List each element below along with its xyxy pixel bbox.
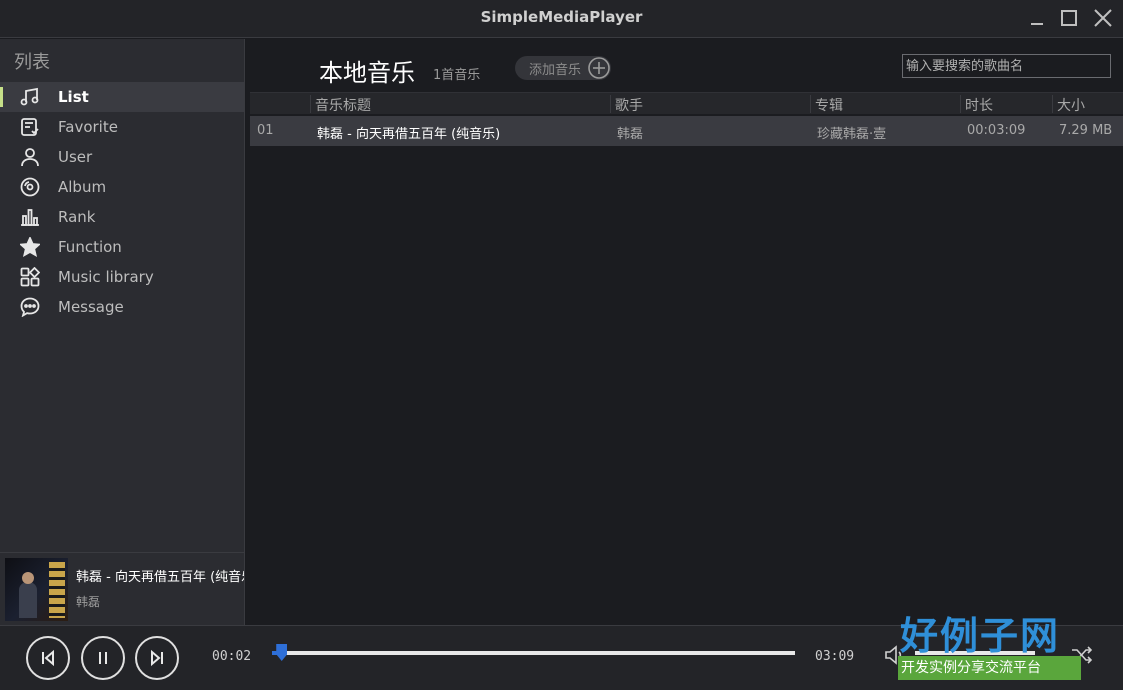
pause-button[interactable]: [81, 636, 125, 680]
next-icon: [151, 649, 163, 667]
sidebar-item-label: Message: [58, 298, 124, 316]
window-title: SimpleMediaPlayer: [480, 8, 643, 26]
pause-icon: [99, 652, 107, 664]
user-icon: [19, 146, 41, 168]
column-album[interactable]: 专辑: [810, 95, 843, 114]
row-album: 珍藏韩磊·壹: [817, 127, 887, 142]
row-size: 7.29 MB: [1059, 123, 1113, 138]
column-title[interactable]: 音乐标题: [310, 95, 371, 114]
add-music-label: 添加音乐: [529, 62, 582, 78]
star-icon: [19, 236, 41, 258]
album-cover: [5, 558, 68, 621]
sidebar-item-label: Rank: [58, 208, 96, 226]
previous-icon: [42, 649, 54, 667]
row-index: 01: [257, 123, 274, 138]
sidebar-item-favorite[interactable]: Favorite: [0, 112, 244, 142]
sidebar-item-label: Function: [58, 238, 122, 256]
total-time: 03:09: [815, 649, 855, 664]
close-button[interactable]: [1092, 7, 1114, 29]
sidebar-item-rank[interactable]: Rank: [0, 202, 244, 232]
previous-button[interactable]: [26, 636, 70, 680]
plus-circle-icon: [587, 56, 611, 80]
sidebar-item-label: List: [58, 88, 89, 106]
now-playing-panel[interactable]: 韩磊 - 向天再借五百年 (纯音乐) 韩磊: [0, 552, 244, 625]
heart-icon: [19, 116, 41, 138]
elapsed-time: 00:02: [212, 649, 252, 664]
title-bar: SimpleMediaPlayer: [0, 0, 1123, 38]
row-duration: 00:03:09: [967, 123, 1026, 138]
bar-chart-icon: [19, 206, 41, 228]
song-count: 1首音乐: [433, 68, 481, 83]
table-header: 音乐标题 歌手 专辑 时长 大小: [250, 92, 1123, 114]
sidebar-item-music-library[interactable]: Music library: [0, 262, 244, 292]
disc-icon: [19, 176, 41, 198]
sidebar-item-message[interactable]: Message: [0, 292, 244, 322]
minimize-icon: [1031, 23, 1043, 25]
progress-slider[interactable]: [272, 644, 795, 661]
sidebar-item-label: Music library: [58, 268, 154, 286]
table-row[interactable]: 01 韩磊 - 向天再借五百年 (纯音乐) 韩磊 珍藏韩磊·壹 00:03:09…: [250, 116, 1123, 146]
sidebar-item-album[interactable]: Album: [0, 172, 244, 202]
sidebar-item-user[interactable]: User: [0, 142, 244, 172]
now-playing-title: 韩磊 - 向天再借五百年 (纯音乐): [76, 570, 244, 585]
sidebar-item-list[interactable]: List: [0, 82, 244, 112]
close-icon: [1094, 9, 1112, 27]
sidebar: 列表 List Favorite User Album Rank Functio…: [0, 39, 245, 625]
sidebar-nav: List Favorite User Album Rank Function M…: [0, 82, 244, 322]
row-artist: 韩磊: [617, 127, 644, 142]
chat-icon: [19, 296, 41, 318]
sidebar-item-label: Favorite: [58, 118, 118, 136]
search-input[interactable]: [902, 54, 1111, 78]
minimize-button[interactable]: [1026, 7, 1048, 29]
sidebar-item-label: Album: [58, 178, 107, 196]
row-title: 韩磊 - 向天再借五百年 (纯音乐): [317, 127, 501, 142]
sidebar-item-label: User: [58, 148, 93, 166]
maximize-button[interactable]: [1058, 7, 1080, 29]
grid-icon: [19, 266, 41, 288]
music-note-icon: [19, 86, 41, 108]
next-button[interactable]: [135, 636, 179, 680]
page-title: 本地音乐: [319, 59, 415, 87]
column-artist[interactable]: 歌手: [610, 95, 643, 114]
column-duration[interactable]: 时长: [960, 95, 993, 114]
add-music-button[interactable]: 添加音乐: [515, 56, 611, 80]
sidebar-item-function[interactable]: Function: [0, 232, 244, 262]
maximize-icon: [1061, 10, 1077, 26]
watermark-logo: 好例子网: [900, 613, 1061, 658]
column-size[interactable]: 大小: [1052, 95, 1085, 114]
main-panel: 本地音乐 1首音乐 添加音乐 音乐标题 歌手 专辑 时长 大小 01 韩磊 - …: [246, 39, 1123, 625]
watermark-tagline: 开发实例分享交流平台: [898, 656, 1081, 680]
sidebar-title: 列表: [14, 52, 50, 73]
progress-handle[interactable]: [276, 644, 288, 661]
now-playing-artist: 韩磊: [76, 595, 101, 609]
